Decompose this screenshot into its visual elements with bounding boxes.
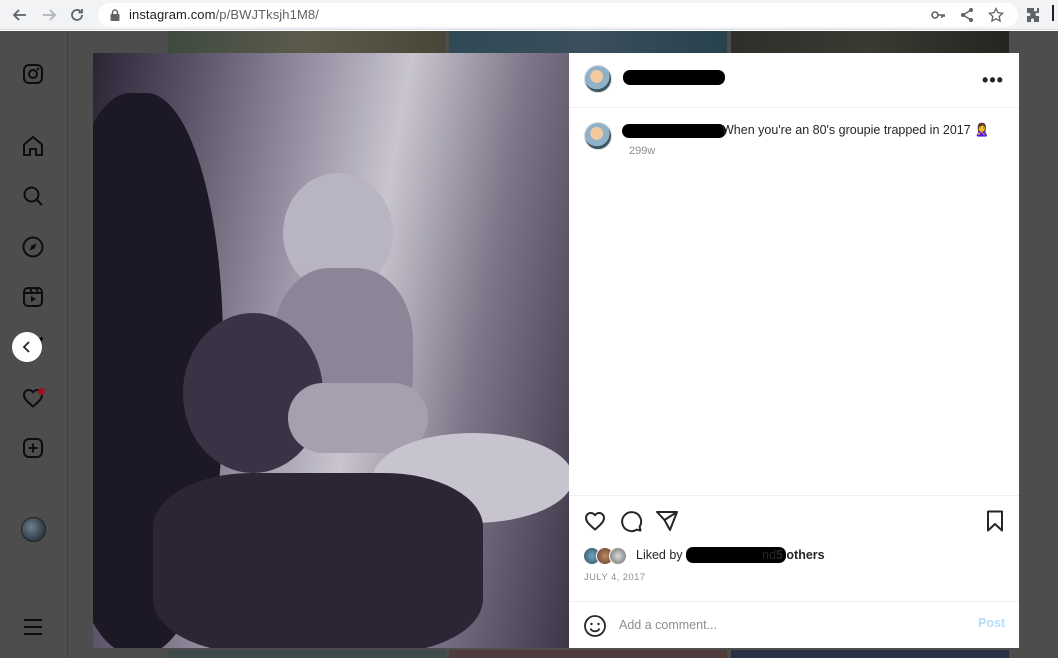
post-modal: ••• When you're an 80's groupie trapped … [93,53,1019,648]
background-thumbnail [731,31,1009,53]
post-comment-button[interactable]: Post [978,616,1005,630]
comment-input[interactable] [619,614,959,636]
more-options-button[interactable]: ••• [981,70,1005,90]
reload-icon[interactable] [66,4,88,26]
browser-toolbar: instagram.com/p/BWJTksjh1M8/ [0,0,1058,30]
extensions-icon[interactable] [1024,6,1042,24]
redacted-username[interactable] [623,70,725,85]
profile-avatar[interactable] [21,517,46,542]
reels-icon[interactable] [21,285,45,309]
back-icon[interactable] [9,4,31,26]
liker-avatar [609,547,627,565]
background-thumbnail [168,650,446,658]
liked-by-avatars[interactable] [583,547,631,565]
background-thumbnail [449,650,727,658]
share-paper-plane-icon[interactable] [655,509,679,533]
redacted-caption-username[interactable] [622,124,726,138]
menu-icon[interactable] [21,615,45,639]
caption-avatar[interactable] [584,122,612,150]
share-icon[interactable] [959,7,975,23]
liked-by-label: Liked by [636,548,683,562]
actions-divider [569,495,1019,496]
url-path: /p/BWJTksjh1M8/ [215,7,319,22]
chevron-left-icon [22,341,30,353]
key-icon[interactable] [930,7,946,23]
url-host: instagram.com [129,7,216,22]
post-photo[interactable] [93,53,569,648]
bookmark-star-icon[interactable] [987,6,1005,23]
previous-post-button[interactable] [12,332,42,362]
create-icon[interactable] [21,436,45,460]
author-avatar[interactable] [584,65,612,93]
photo-bottle [288,383,428,453]
notification-dot [38,388,45,395]
emoji-icon[interactable] [583,614,607,638]
comment-bubble-icon[interactable] [619,509,643,533]
post-details-panel: ••• When you're an 80's groupie trapped … [569,53,1019,648]
like-heart-icon[interactable] [583,509,607,533]
liked-by-others-link[interactable]: 5 others [776,548,825,562]
lock-icon [108,8,122,22]
save-bookmark-icon[interactable] [983,509,1007,533]
search-icon[interactable] [21,184,45,208]
background-thumbnail [168,31,446,53]
background-thumbnail [449,31,727,53]
forward-icon[interactable] [38,4,60,26]
background-thumbnail [731,650,1009,658]
url-text: instagram.com/p/BWJTksjh1M8/ [129,7,319,22]
instagram-logo-icon[interactable] [21,62,45,86]
comment-bar: Post [569,601,1019,648]
post-header: ••• [569,53,1019,108]
caption-text: When you're an 80's groupie trapped in 2… [722,123,990,137]
sidebar-toggle-icon[interactable] [1052,5,1054,21]
address-bar[interactable]: instagram.com/p/BWJTksjh1M8/ [98,3,1018,27]
post-date[interactable]: JULY 4, 2017 [584,572,646,583]
explore-icon[interactable] [21,235,45,259]
caption-timestamp[interactable]: 299w [629,145,655,157]
home-icon[interactable] [21,134,45,158]
photo-child-body [153,473,483,648]
liked-by-and: nd [762,548,776,562]
